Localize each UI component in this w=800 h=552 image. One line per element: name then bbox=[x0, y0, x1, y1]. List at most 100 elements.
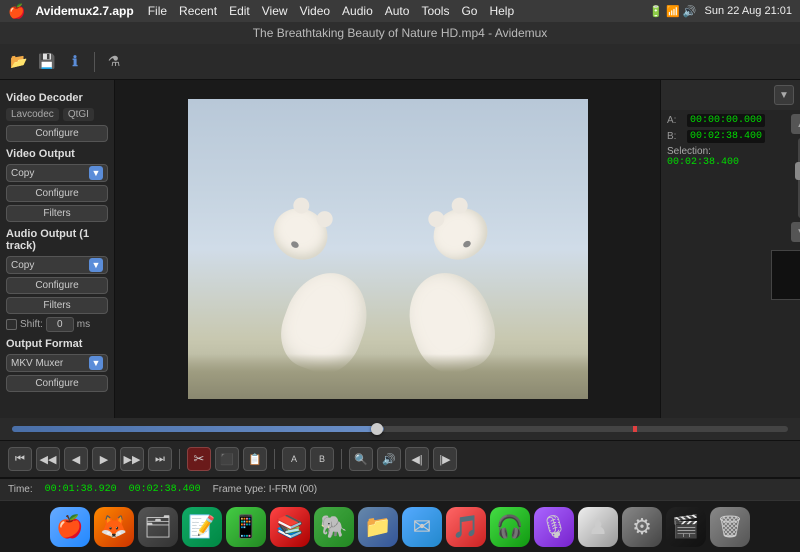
timeline bbox=[0, 418, 800, 440]
menu-tools[interactable]: Tools bbox=[421, 4, 449, 18]
video-output-label: Video Output bbox=[6, 148, 108, 160]
datetime: Sun 22 Aug 21:01 bbox=[705, 5, 792, 17]
next-frame-btn[interactable]: ▶▶ bbox=[120, 447, 144, 471]
vol-btn[interactable]: 🔊 bbox=[377, 447, 401, 471]
output-format-label: Output Format bbox=[6, 338, 108, 350]
menu-view[interactable]: View bbox=[262, 4, 288, 18]
audio-filters-btn[interactable]: Filters bbox=[6, 297, 108, 314]
prev-scene-btn[interactable]: ◀| bbox=[405, 447, 429, 471]
prev-keyframe-btn[interactable]: ◀◀ bbox=[36, 447, 60, 471]
menu-video[interactable]: Video bbox=[300, 4, 330, 18]
slider-down-btn[interactable]: ▼ bbox=[791, 222, 800, 242]
timeline-progress bbox=[12, 426, 384, 432]
info-icon[interactable]: ℹ bbox=[64, 51, 86, 73]
dock-finder[interactable]: 🍎 bbox=[50, 507, 90, 547]
play-btn[interactable]: ▶ bbox=[92, 447, 116, 471]
video-copy-text: Copy bbox=[11, 168, 89, 179]
muxer-arrow[interactable]: ▼ bbox=[89, 356, 103, 370]
output-configure-btn[interactable]: Configure bbox=[6, 375, 108, 392]
menu-audio[interactable]: Audio bbox=[342, 4, 373, 18]
filter-icon[interactable]: ⚗ bbox=[103, 51, 125, 73]
dock-claquette[interactable]: 🎬 bbox=[666, 507, 706, 547]
shift-checkbox[interactable] bbox=[6, 319, 17, 330]
audio-copy-text: Copy bbox=[11, 260, 89, 271]
mark-b-btn[interactable]: B bbox=[310, 447, 334, 471]
timeline-track[interactable] bbox=[12, 426, 788, 432]
right-panel: ▼ A: 00:00:00.000 B: 00:02:38.400 Select… bbox=[660, 80, 800, 418]
toolbar: 📂 💾 ℹ ⚗ bbox=[0, 44, 800, 80]
dock-spotify[interactable]: 🎧 bbox=[490, 507, 530, 547]
apple-menu[interactable]: 🍎 bbox=[8, 3, 25, 20]
bear-left-head bbox=[264, 199, 337, 270]
menu-auto[interactable]: Auto bbox=[385, 4, 410, 18]
preview-box bbox=[771, 250, 800, 300]
dock-folder[interactable]: 📁 bbox=[358, 507, 398, 547]
muxer-select[interactable]: MKV Muxer ▼ bbox=[6, 354, 108, 372]
video-configure-btn[interactable]: Configure bbox=[6, 185, 108, 202]
ctrl-separator3 bbox=[341, 449, 342, 469]
audio-copy-arrow[interactable]: ▼ bbox=[89, 258, 103, 272]
toolbar-separator bbox=[94, 52, 95, 72]
dock-firefox[interactable]: 🦊 bbox=[94, 507, 134, 547]
dock-books[interactable]: 📚 bbox=[270, 507, 310, 547]
dock-settings[interactable]: ⚙ bbox=[622, 507, 662, 547]
menu-go[interactable]: Go bbox=[461, 4, 477, 18]
decoder-qtgi-btn[interactable]: QtGI bbox=[63, 108, 94, 121]
tc-selection-label: Selection: 00:02:38.400 bbox=[667, 146, 765, 168]
tc-a-value: 00:00:00.000 bbox=[687, 114, 765, 127]
paste-btn[interactable]: 📋 bbox=[243, 447, 267, 471]
menu-file[interactable]: File bbox=[148, 4, 167, 18]
menu-recent[interactable]: Recent bbox=[179, 4, 217, 18]
dock-chess[interactable]: ♟ bbox=[578, 507, 618, 547]
prev-frame-btn[interactable]: ◀ bbox=[64, 447, 88, 471]
controls-bar: ⏮ ◀◀ ◀ ▶ ▶▶ ⏭ ✂ ⬛ 📋 A B 🔍 🔊 ◀| |▶ bbox=[0, 440, 800, 478]
audio-configure-btn[interactable]: Configure bbox=[6, 277, 108, 294]
open-icon[interactable]: 📂 bbox=[8, 51, 30, 73]
video-copy-select[interactable]: Copy ▼ bbox=[6, 164, 108, 182]
dock-music[interactable]: 🎵 bbox=[446, 507, 486, 547]
dock-phone[interactable]: 📱 bbox=[226, 507, 266, 547]
next-scene-btn[interactable]: |▶ bbox=[433, 447, 457, 471]
dock-files[interactable]: 🗂 bbox=[138, 507, 178, 547]
video-copy-arrow[interactable]: ▼ bbox=[89, 166, 103, 180]
titlebar: The Breathtaking Beauty of Nature HD.mp4… bbox=[0, 22, 800, 44]
slider-container: ▲ ▼ bbox=[771, 114, 800, 418]
cut-btn[interactable]: ✂ bbox=[187, 447, 211, 471]
status-bar: Time: 00:01:38.920 00:02:38.400 Frame ty… bbox=[0, 478, 800, 500]
tc-a-label: A: bbox=[667, 115, 683, 126]
mark-a-btn[interactable]: A bbox=[282, 447, 306, 471]
dock-podcasts[interactable]: 🎙 bbox=[534, 507, 574, 547]
sidebar: Video Decoder Lavcodec QtGI Configure Vi… bbox=[0, 80, 115, 418]
go-start-btn[interactable]: ⏮ bbox=[8, 447, 32, 471]
go-end-btn[interactable]: ⏭ bbox=[148, 447, 172, 471]
time-label: Time: bbox=[8, 484, 33, 495]
menu-edit[interactable]: Edit bbox=[229, 4, 250, 18]
muxer-text: MKV Muxer bbox=[11, 358, 89, 369]
slider-up-btn[interactable]: ▲ bbox=[791, 114, 800, 134]
dock-evernote[interactable]: 🐘 bbox=[314, 507, 354, 547]
end-time: 00:02:38.400 bbox=[129, 484, 201, 495]
dock-trash[interactable]: 🗑 bbox=[710, 507, 750, 547]
dock-mail[interactable]: ✉ bbox=[402, 507, 442, 547]
vertical-thumb[interactable] bbox=[795, 162, 800, 180]
menubar: 🍎 Avidemux2.7.app File Recent Edit View … bbox=[0, 0, 800, 22]
dock: 🍎 🦊 🗂 📝 📱 📚 🐘 📁 ✉ 🎵 🎧 🎙 ♟ ⚙ 🎬 🗑 bbox=[0, 500, 800, 552]
save-icon[interactable]: 💾 bbox=[36, 51, 58, 73]
bear-left bbox=[248, 209, 368, 369]
ctrl-separator2 bbox=[274, 449, 275, 469]
copy-btn[interactable]: ⬛ bbox=[215, 447, 239, 471]
video-decoder-configure-btn[interactable]: Configure bbox=[6, 125, 108, 142]
current-time: 00:01:38.920 bbox=[45, 484, 117, 495]
right-top: ▼ bbox=[661, 80, 800, 110]
shift-input[interactable] bbox=[46, 317, 74, 332]
shift-row: Shift: ms bbox=[6, 317, 108, 332]
decoder-lavcodec-btn[interactable]: Lavcodec bbox=[6, 108, 59, 121]
menu-help[interactable]: Help bbox=[489, 4, 514, 18]
video-filters-btn[interactable]: Filters bbox=[6, 205, 108, 222]
scroll-btn[interactable]: ▼ bbox=[774, 85, 794, 105]
timeline-thumb[interactable] bbox=[371, 423, 383, 435]
app-name[interactable]: Avidemux2.7.app bbox=[35, 4, 133, 18]
audio-copy-select[interactable]: Copy ▼ bbox=[6, 256, 108, 274]
zoom-in-btn[interactable]: 🔍 bbox=[349, 447, 373, 471]
dock-editor[interactable]: 📝 bbox=[182, 507, 222, 547]
